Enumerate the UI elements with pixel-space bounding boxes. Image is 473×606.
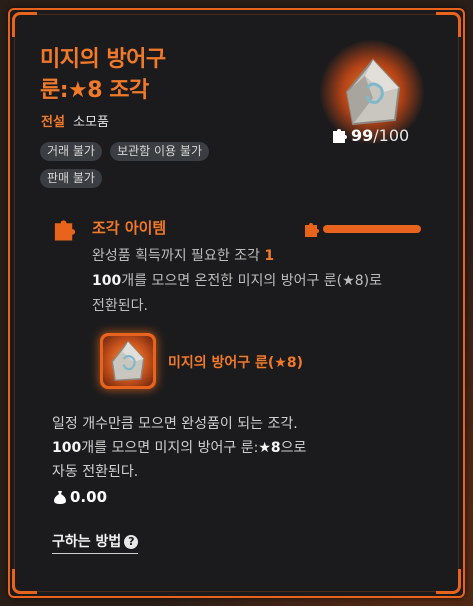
item-title: 미지의 방어구 룬:★8 조각 <box>40 44 320 106</box>
desc-line3: 자동 전환된다. <box>52 464 139 480</box>
how-to-obtain-link[interactable]: 구하는 방법? <box>52 531 139 554</box>
money-bag-icon <box>54 491 66 504</box>
desc-text-rest: 개를 모으면 온전한 미지의 방어구 룬(★8)로 전환된다. <box>92 273 382 314</box>
required-count: 100 <box>92 273 122 289</box>
desc-star: ★8 <box>258 440 281 456</box>
corner-ornament <box>12 12 37 37</box>
puzzle-progress-icon <box>305 223 319 237</box>
puzzle-icon <box>333 129 347 143</box>
desc-text: 완성품 획득까지 필요한 조각 <box>92 248 265 264</box>
tag-list: 거래 불가 보관함 이용 불가 판매 불가 <box>40 140 280 194</box>
fragment-progress-bar <box>323 225 421 233</box>
needed-count: 1 <box>264 248 275 264</box>
corner-ornament <box>12 569 37 594</box>
result-rune-bg <box>103 336 153 386</box>
item-description: 일정 개수만큼 모으면 완성품이 되는 조각. 100개를 모으면 미지의 방어… <box>52 412 392 484</box>
result-rune-slot[interactable] <box>100 333 156 389</box>
tag-no-storage: 보관함 이용 불가 <box>110 142 209 161</box>
price-value: 0.00 <box>70 488 108 506</box>
corner-ornament <box>436 569 461 594</box>
item-title-line2: 룬:★8 조각 <box>40 78 149 103</box>
result-rune-name: 미지의 방어구 룬(★8) <box>168 355 303 371</box>
desc-line2: 100개를 모으면 미지의 방어구 룬:★8으로 <box>52 436 392 460</box>
desc-end: 으로 <box>280 440 307 456</box>
desc-count: 100 <box>52 440 82 456</box>
grade-row: 전설 소모품 <box>41 111 109 130</box>
how-to-obtain-label: 구하는 방법 <box>52 534 122 550</box>
piece-description: 완성품 획득까지 필요한 조각 1 100개를 모으면 온전한 미지의 방어구 … <box>92 244 392 319</box>
rune-stone-icon <box>345 58 401 126</box>
tag-no-trade: 거래 불가 <box>40 142 102 161</box>
piece-section-title: 조각 아이템 <box>92 219 167 237</box>
price-row: 0.00 <box>54 488 107 506</box>
tag-no-sale: 판매 불가 <box>40 169 102 188</box>
corner-ornament <box>436 12 461 37</box>
desc-text: 개를 모으면 미지의 방어구 룬: <box>81 440 259 456</box>
count-total: /100 <box>373 126 410 145</box>
count-current: 99 <box>351 126 374 145</box>
help-icon: ? <box>124 535 139 549</box>
category-label: 소모품 <box>73 115 109 130</box>
fragment-count: 99/100 <box>331 126 409 145</box>
desc-line1: 일정 개수만큼 모으면 완성품이 되는 조각. <box>52 416 298 432</box>
grade-label: 전설 <box>41 115 65 130</box>
item-title-line1: 미지의 방어구 <box>40 47 166 72</box>
result-rune-icon <box>111 340 145 382</box>
puzzle-section-icon <box>54 220 76 241</box>
